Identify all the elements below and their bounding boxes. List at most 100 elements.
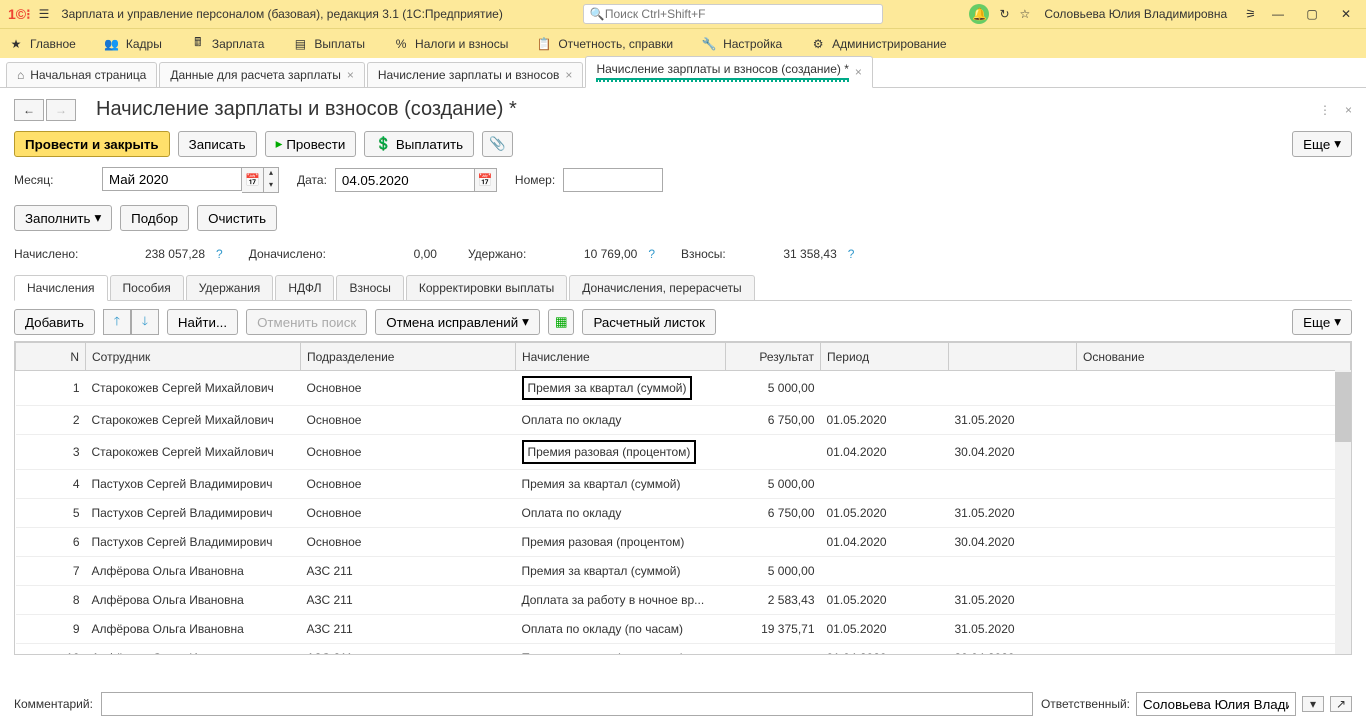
tab-data[interactable]: Данные для расчета зарплаты× xyxy=(159,62,365,87)
col-result[interactable]: Результат xyxy=(726,343,821,371)
post-button[interactable]: ▸Провести xyxy=(265,131,357,157)
fill-button[interactable]: Заполнить ▾ xyxy=(14,205,112,231)
help-icon[interactable]: ? xyxy=(216,247,223,261)
more-button[interactable]: Еще ▾ xyxy=(1292,131,1352,157)
maximize-icon[interactable]: ▢ xyxy=(1300,7,1324,21)
post-icon: ▸ xyxy=(276,136,283,152)
post-and-close-button[interactable]: Провести и закрыть xyxy=(14,131,170,157)
close-icon[interactable]: ✕ xyxy=(1334,7,1358,21)
mm-vyplaty[interactable]: ▤Выплаты xyxy=(292,36,365,52)
col-period[interactable]: Период xyxy=(821,343,949,371)
write-button[interactable]: Записать xyxy=(178,131,257,157)
inner-tabs: Начисления Пособия Удержания НДФЛ Взносы… xyxy=(14,275,1352,301)
table-row[interactable]: 10Алфёрова Ольга ИвановнаАЗС 211Премия р… xyxy=(16,644,1351,656)
pay-button[interactable]: 💲Выплатить xyxy=(364,131,474,157)
date-input[interactable] xyxy=(335,168,475,192)
itab-contrib[interactable]: Взносы xyxy=(336,275,403,300)
star-icon: ★ xyxy=(8,36,24,52)
wrench-icon: 🔧 xyxy=(701,36,717,52)
itab-ndfl[interactable]: НДФЛ xyxy=(275,275,334,300)
col-period-end[interactable] xyxy=(949,343,1077,371)
payslip-button[interactable]: Расчетный листок xyxy=(582,309,716,335)
itab-benefits[interactable]: Пособия xyxy=(110,275,184,300)
show-details-button[interactable]: ▦ xyxy=(548,309,575,335)
tab-home[interactable]: ⌂Начальная страница xyxy=(6,62,157,87)
col-n[interactable]: N xyxy=(16,343,86,371)
search-icon: 🔍 xyxy=(590,7,605,21)
mm-zarplata[interactable]: 🖩Зарплата xyxy=(190,36,265,52)
mm-reports[interactable]: 📋Отчетность, справки xyxy=(536,36,673,52)
number-label: Номер: xyxy=(515,173,555,187)
clear-button[interactable]: Очистить xyxy=(197,205,277,231)
month-spinner[interactable]: ▴▾ xyxy=(264,167,279,193)
mm-admin[interactable]: ⚙Администрирование xyxy=(810,36,946,52)
filter-icon[interactable]: ⚞ xyxy=(1245,7,1256,21)
mm-settings[interactable]: 🔧Настройка xyxy=(701,36,782,52)
open-icon[interactable]: ↗ xyxy=(1330,696,1352,712)
responsible-input[interactable] xyxy=(1136,692,1296,716)
help-icon[interactable]: ? xyxy=(848,247,855,261)
table-row[interactable]: 5Пастухов Сергей ВладимировичОсновноеОпл… xyxy=(16,499,1351,528)
star-icon[interactable]: ☆ xyxy=(1020,7,1031,21)
table-row[interactable]: 9Алфёрова Ольга ИвановнаАЗС 211Оплата по… xyxy=(16,615,1351,644)
month-input[interactable] xyxy=(102,167,242,191)
itab-recalc[interactable]: Доначисления, перерасчеты xyxy=(569,275,754,300)
mm-nalogi[interactable]: %Налоги и взносы xyxy=(393,36,508,52)
find-button[interactable]: Найти... xyxy=(167,309,238,335)
itab-accruals[interactable]: Начисления xyxy=(14,275,108,301)
table-row[interactable]: 8Алфёрова Ольга ИвановнаАЗС 211Доплата з… xyxy=(16,586,1351,615)
forward-button[interactable]: → xyxy=(46,99,76,121)
mm-main[interactable]: ★Главное xyxy=(8,36,76,52)
grid-toolbar: Добавить 🡑 🡓 Найти... Отменить поиск Отм… xyxy=(0,301,1366,341)
close-icon[interactable]: × xyxy=(855,65,862,79)
add-row-button[interactable]: Добавить xyxy=(14,309,95,335)
mm-kadry[interactable]: 👥Кадры xyxy=(104,36,162,52)
minimize-icon[interactable]: — xyxy=(1266,7,1290,21)
close-page-icon[interactable]: × xyxy=(1345,103,1352,117)
vertical-scrollbar[interactable] xyxy=(1335,370,1351,654)
col-basis[interactable]: Основание xyxy=(1077,343,1351,371)
comment-input[interactable] xyxy=(101,692,1033,716)
dropdown-icon[interactable]: ▾ xyxy=(1302,696,1324,712)
move-up-button[interactable]: 🡑 xyxy=(103,309,131,335)
col-employee[interactable]: Сотрудник xyxy=(86,343,301,371)
fill-row: Заполнить ▾ Подбор Очистить xyxy=(0,199,1366,237)
help-icon[interactable]: ? xyxy=(648,247,655,261)
chevron-down-icon: ▾ xyxy=(1334,136,1341,152)
accrued-value: 238 057,28 xyxy=(100,243,210,265)
page-header: ← → Начисление зарплаты и взносов (созда… xyxy=(0,88,1366,127)
search-input[interactable] xyxy=(605,7,876,21)
tab-accruals-new[interactable]: Начисление зарплаты и взносов (создание)… xyxy=(585,56,872,88)
table-row[interactable]: 3Старокожев Сергей МихайловичОсновноеПре… xyxy=(16,435,1351,470)
back-button[interactable]: ← xyxy=(14,99,44,121)
calendar-icon[interactable]: 📅 xyxy=(475,168,497,192)
percent-icon: % xyxy=(393,36,409,52)
global-search[interactable]: 🔍 xyxy=(583,4,883,24)
itab-deductions[interactable]: Удержания xyxy=(186,275,274,300)
table-row[interactable]: 7Алфёрова Ольга ИвановнаАЗС 211Премия за… xyxy=(16,557,1351,586)
move-down-button[interactable]: 🡓 xyxy=(131,309,159,335)
hamburger-icon[interactable]: ☰ xyxy=(39,7,50,21)
close-icon[interactable]: × xyxy=(565,68,572,82)
attach-button[interactable]: 📎 xyxy=(482,131,513,157)
calendar-icon[interactable]: 📅 xyxy=(242,167,264,193)
more-icon[interactable]: ⋮ xyxy=(1319,103,1331,117)
table-row[interactable]: 1Старокожев Сергей МихайловичОсновноеПре… xyxy=(16,371,1351,406)
money-icon: ▤ xyxy=(292,36,308,52)
col-department[interactable]: Подразделение xyxy=(301,343,516,371)
current-user[interactable]: Соловьева Юлия Владимировна xyxy=(1044,7,1227,21)
table-row[interactable]: 4Пастухов Сергей ВладимировичОсновноеПре… xyxy=(16,470,1351,499)
history-icon[interactable]: ↻ xyxy=(999,7,1009,21)
table-row[interactable]: 2Старокожев Сергей МихайловичОсновноеОпл… xyxy=(16,406,1351,435)
pick-button[interactable]: Подбор xyxy=(120,205,189,231)
bell-icon[interactable]: 🔔 xyxy=(969,4,989,24)
itab-corrections[interactable]: Корректировки выплаты xyxy=(406,275,567,300)
grid-more-button[interactable]: Еще ▾ xyxy=(1292,309,1352,335)
cancel-corrections-button[interactable]: Отмена исправлений ▾ xyxy=(375,309,540,335)
col-accrual[interactable]: Начисление xyxy=(516,343,726,371)
table-row[interactable]: 6Пастухов Сергей ВладимировичОсновноеПре… xyxy=(16,528,1351,557)
number-input[interactable] xyxy=(563,168,663,192)
app-title: Зарплата и управление персоналом (базова… xyxy=(61,7,503,21)
tab-accruals[interactable]: Начисление зарплаты и взносов× xyxy=(367,62,584,87)
close-icon[interactable]: × xyxy=(347,68,354,82)
